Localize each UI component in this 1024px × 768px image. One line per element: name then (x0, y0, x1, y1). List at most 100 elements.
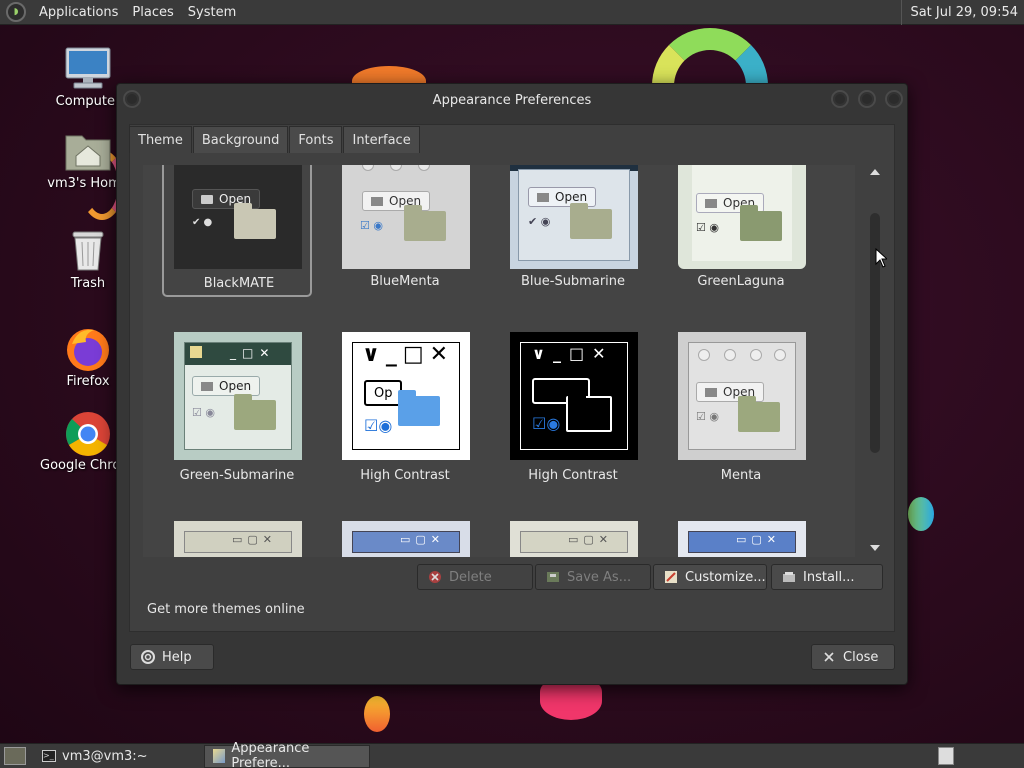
theme-name: Blue-Submarine (520, 274, 626, 289)
folder-icon (566, 392, 612, 432)
theme-grid-scrollbar[interactable] (868, 165, 882, 557)
checkbox-icon: ✔ ● (192, 217, 213, 228)
close-button[interactable]: Close (811, 644, 895, 670)
delete-label: Delete (449, 569, 492, 585)
help-button[interactable]: Help (130, 644, 214, 670)
theme-item[interactable]: ∨_□✕ ☑◉ High Contrast (498, 332, 648, 483)
theme-item[interactable]: _□✕ Open ☑ ◉ Green-Submarine (162, 332, 312, 483)
tab-bar: Theme Background Fonts Interface (129, 126, 420, 153)
tab-interface[interactable]: Interface (343, 126, 420, 153)
window-buttons: ▭▢✕ (736, 533, 782, 546)
theme-item[interactable]: ▭▢✕ (162, 521, 312, 557)
checkbox-icon: ☑◉ (532, 414, 561, 433)
bottom-panel: >_ vm3@vm3:~ Appearance Prefere... (0, 741, 1024, 768)
folder-icon (201, 381, 213, 391)
show-desktop-icon[interactable] (4, 747, 26, 765)
chrome-icon (64, 410, 112, 456)
close-icon (822, 650, 836, 664)
scroll-up-arrow-icon[interactable] (870, 169, 880, 175)
menu-applications[interactable]: Applications (32, 5, 125, 20)
theme-preview: Open ✔ ● (174, 165, 302, 269)
taskbar-item-terminal[interactable]: >_ vm3@vm3:~ (34, 745, 156, 768)
tab-background[interactable]: Background (192, 126, 289, 153)
install-button[interactable]: Install... (771, 564, 883, 590)
theme-item[interactable]: Open ☑ ◉ GreenLaguna (666, 165, 816, 297)
theme-preview: ∨_□✕ Op ☑◉ (342, 332, 470, 460)
home-folder-icon (64, 128, 112, 172)
maximize-button[interactable] (858, 90, 876, 108)
workspace-switcher[interactable] (938, 747, 954, 765)
theme-item[interactable]: Open ☑ ◉ BlueMenta (330, 165, 480, 297)
checkbox-icon: ☑ ◉ (192, 406, 215, 419)
menu-places[interactable]: Places (125, 5, 180, 20)
theme-preview: ▭▢✕ (174, 521, 302, 557)
checkbox-icon: ☑◉ (364, 416, 393, 435)
theme-name: BlackMATE (203, 276, 275, 291)
theme-item[interactable]: Open ☑ ◉ Menta (666, 332, 816, 483)
appearance-icon (190, 346, 202, 358)
scroll-down-arrow-icon[interactable] (870, 545, 880, 551)
delete-button[interactable]: Delete (417, 564, 533, 590)
folder-icon (705, 198, 717, 208)
theme-name: High Contrast (360, 468, 450, 483)
taskbar-item-appearance[interactable]: Appearance Prefere... (203, 741, 370, 768)
appearance-icon (212, 749, 226, 763)
minimize-button[interactable] (831, 90, 849, 108)
save-icon (546, 570, 560, 584)
preview-label: Open (555, 190, 588, 204)
preview-label: Open (219, 379, 252, 393)
theme-item[interactable]: ▭▢✕ (666, 521, 816, 557)
save-as-button[interactable]: Save As... (535, 564, 651, 590)
window-menu-button[interactable] (123, 90, 141, 108)
preview-button: Op (364, 380, 403, 406)
customize-icon (664, 570, 678, 584)
mate-logo-icon[interactable]: ◗ (6, 2, 26, 22)
theme-preview: Open ☑ ◉ (678, 165, 806, 269)
wallpaper-orange-drop (364, 696, 390, 732)
theme-item[interactable]: ▭▢✕ (330, 521, 480, 557)
appearance-preferences-dialog: Appearance Preferences Theme Background … (116, 83, 908, 685)
theme-item[interactable]: Open ✔ ● BlackMATE (162, 165, 312, 297)
menu-system[interactable]: System (181, 5, 243, 20)
terminal-icon: >_ (42, 750, 56, 762)
mouse-pointer-icon (875, 247, 889, 272)
window-buttons: ▭▢✕ (568, 533, 614, 546)
window-buttons: ∨_□✕ (532, 344, 614, 363)
folder-icon (234, 203, 276, 239)
firefox-icon (64, 326, 112, 371)
window-buttons (362, 165, 452, 171)
tab-fonts[interactable]: Fonts (289, 126, 343, 153)
theme-name: BlueMenta (370, 274, 440, 289)
theme-item[interactable]: ▭▢✕ (498, 521, 648, 557)
theme-preview: Open ☑ ◉ (678, 332, 806, 460)
theme-grid: Open ✔ ● BlackMATE Open ☑ ◉ BlueMenta Op… (143, 165, 855, 557)
window-buttons: _□✕ (230, 346, 276, 360)
theme-name: High Contrast (528, 468, 618, 483)
close-label: Close (843, 649, 879, 665)
clock[interactable]: Sat Jul 29, 09:54 (901, 0, 1024, 25)
theme-preview: ▭▢✕ (510, 521, 638, 557)
checkbox-icon: ☑ ◉ (696, 410, 719, 423)
folder-icon (738, 396, 780, 432)
help-label: Help (162, 649, 192, 665)
theme-preview: ▭▢✕ (342, 521, 470, 557)
theme-name: Green-Submarine (179, 468, 295, 483)
get-more-themes-link[interactable]: Get more themes online (147, 602, 305, 617)
close-window-button[interactable] (885, 90, 903, 108)
checkbox-icon: ✔ ◉ (528, 215, 551, 228)
folder-icon (705, 387, 717, 397)
tab-theme[interactable]: Theme (129, 126, 192, 153)
install-icon (782, 570, 796, 584)
folder-icon (398, 390, 440, 426)
folder-icon (740, 205, 782, 241)
theme-name: GreenLaguna (697, 274, 785, 289)
dialog-titlebar[interactable]: Appearance Preferences (117, 84, 907, 116)
folder-icon (234, 394, 276, 430)
dialog-title: Appearance Preferences (432, 92, 592, 108)
theme-preview: ▭▢✕ (678, 521, 806, 557)
theme-item[interactable]: ∨_□✕ Op ☑◉ High Contrast (330, 332, 480, 483)
customize-button[interactable]: Customize... (653, 564, 767, 590)
window-buttons: ▭▢✕ (400, 533, 446, 546)
theme-preview: Open ✔ ◉ (510, 165, 638, 269)
theme-item[interactable]: Open ✔ ◉ Blue-Submarine (498, 165, 648, 297)
